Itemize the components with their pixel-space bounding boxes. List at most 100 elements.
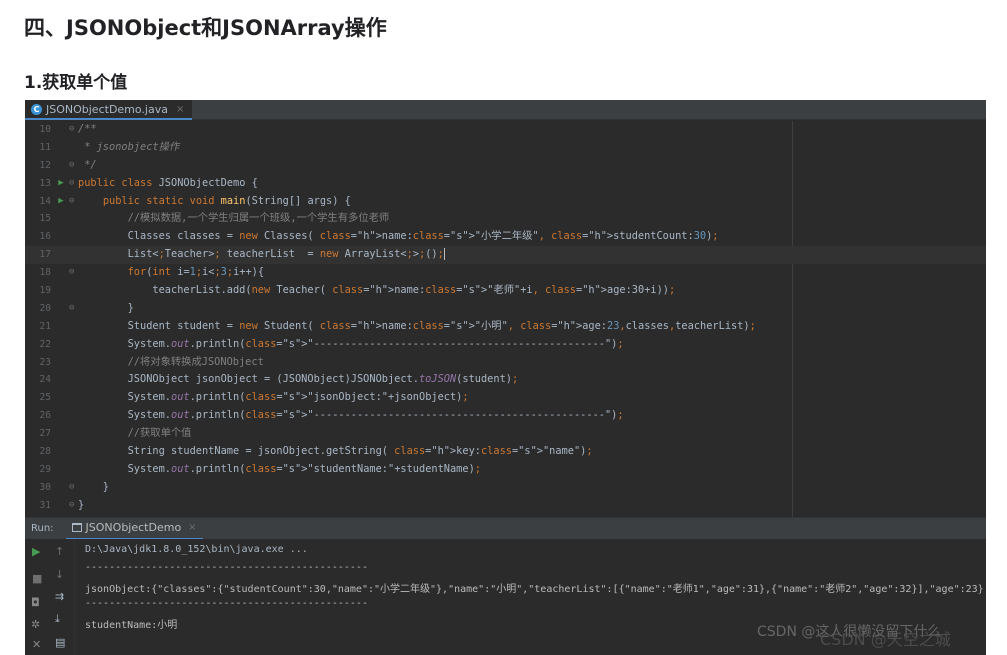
code-text: //获取单个值 bbox=[78, 427, 192, 440]
run-tool-bar: Run: JSONObjectDemo × bbox=[25, 517, 986, 540]
code-line[interactable]: 21 Student student = new Student( class=… bbox=[25, 318, 986, 336]
camera-icon[interactable]: ◘ bbox=[31, 597, 40, 609]
line-number: 25 bbox=[39, 392, 51, 404]
run-icon[interactable]: ▶ bbox=[32, 546, 40, 558]
line-number: 15 bbox=[39, 213, 51, 225]
settings-icon[interactable]: ✲ bbox=[31, 619, 40, 631]
java-class-icon: C bbox=[31, 103, 42, 115]
code-text: /** bbox=[78, 123, 97, 135]
line-number: 20 bbox=[39, 302, 51, 314]
line-number: 16 bbox=[39, 231, 51, 243]
print-icon[interactable]: ▤ bbox=[55, 637, 65, 649]
code-line[interactable]: 11 * jsonobject操作 bbox=[25, 139, 986, 157]
console-line: jsonObject:{"classes":{"studentCount":30… bbox=[85, 584, 984, 595]
code-line[interactable]: 29 System.out.println(class="s">"student… bbox=[25, 461, 986, 479]
run-tab-label: JSONObjectDemo bbox=[85, 521, 182, 534]
line-number: 31 bbox=[39, 499, 51, 511]
code-line[interactable]: 18 ⊖ for(int i=1;i<;3;i++){ bbox=[25, 264, 986, 282]
code-line[interactable]: 10 ⊖ /** bbox=[25, 121, 986, 139]
code-text: //模拟数据,一个学生归属一个班级,一个学生有多位老师 bbox=[78, 212, 390, 225]
code-line[interactable]: 26 System.out.println(class="s">"-------… bbox=[25, 407, 986, 425]
code-text: String studentName = jsonObject.getStrin… bbox=[78, 445, 593, 458]
code-editor[interactable]: 10 ⊖/** 11 * jsonobject操作 12 ⊖ */13 ▶ ⊖ public … bbox=[25, 121, 986, 517]
line-number: 21 bbox=[39, 320, 51, 332]
line-number: 17 bbox=[39, 249, 51, 261]
line-number: 14 bbox=[39, 195, 51, 207]
stop-icon[interactable]: ■ bbox=[32, 573, 42, 585]
fold-icon[interactable]: ⊖ bbox=[69, 193, 74, 211]
line-number: 22 bbox=[39, 338, 51, 350]
close-tab-icon[interactable]: × bbox=[176, 104, 184, 115]
code-line[interactable]: 19 teacherList.add(new Teacher( class="h… bbox=[25, 282, 986, 300]
line-number: 24 bbox=[39, 374, 51, 386]
fold-icon[interactable]: ⊖ bbox=[69, 264, 74, 282]
code-line[interactable]: 16 Classes classes = new Classes( class=… bbox=[25, 228, 986, 246]
code-text: List<;Teacher>; teacherList = new ArrayL… bbox=[78, 248, 445, 261]
console-toolbar: ▶ ↑ ■ ↓ ◘ ⇉ ✲ ⤓ ✕ ▤ bbox=[25, 539, 75, 655]
code-lines: 10 ⊖/** 11 * jsonobject操作 12 ⊖ */13 ▶ ⊖ public … bbox=[25, 121, 986, 515]
scroll-end-icon[interactable]: ⤓ bbox=[55, 613, 60, 625]
code-text: teacherList.add(new Teacher( class="h">n… bbox=[78, 284, 676, 297]
line-number: 30 bbox=[39, 481, 51, 493]
close-icon[interactable]: ✕ bbox=[32, 639, 41, 651]
code-text: for(int i=1;i<;3;i++){ bbox=[127, 266, 265, 279]
line-number: 19 bbox=[39, 285, 51, 297]
line-number: 26 bbox=[39, 410, 51, 422]
code-line[interactable]: 31 ⊖} bbox=[25, 497, 986, 515]
code-line[interactable]: 30 ⊖ } bbox=[25, 479, 986, 497]
down-arrow-icon[interactable]: ↓ bbox=[55, 569, 64, 581]
code-line[interactable]: 20 ⊖ } bbox=[25, 300, 986, 318]
text-caret bbox=[443, 248, 445, 261]
line-number: 11 bbox=[39, 141, 51, 153]
line-number: 29 bbox=[39, 463, 51, 475]
code-text: public class JSONObjectDemo { bbox=[78, 176, 258, 189]
code-line[interactable]: 22 System.out.println(class="s">"-------… bbox=[25, 336, 986, 354]
code-line[interactable]: 25 System.out.println(class="s">"jsonObj… bbox=[25, 389, 986, 407]
code-text: */ bbox=[78, 158, 97, 171]
code-text: System.out.println(class="s">"----------… bbox=[78, 337, 624, 350]
run-tab[interactable]: JSONObjectDemo × bbox=[65, 517, 203, 540]
code-text: } bbox=[78, 498, 85, 511]
console-line: D:\Java\jdk1.8.0_152\bin\java.exe ... bbox=[85, 544, 308, 555]
code-line[interactable]: 14 ▶ ⊖ public static void main(String[] ar… bbox=[25, 193, 986, 211]
csdn-watermark-overlay: CSDN @天空之城 bbox=[820, 630, 951, 649]
run-gutter-icon[interactable]: ▶ bbox=[52, 175, 70, 193]
console-line: ----------------------------------------… bbox=[85, 562, 368, 573]
code-line[interactable]: 17 List<;Teacher>; teacherList = new Arr… bbox=[25, 246, 986, 265]
code-line[interactable]: 28 String studentName = jsonObject.getSt… bbox=[25, 443, 986, 461]
close-run-tab-icon[interactable]: × bbox=[188, 522, 196, 533]
up-arrow-icon[interactable]: ↑ bbox=[55, 546, 64, 558]
fold-icon[interactable]: ⊖ bbox=[69, 175, 74, 193]
line-number: 10 bbox=[39, 124, 51, 135]
wrap-icon[interactable]: ⇉ bbox=[55, 591, 64, 603]
fold-icon[interactable]: ⊖ bbox=[69, 157, 74, 175]
console-tab-icon bbox=[71, 523, 82, 532]
code-text: public static void main(String[] args) { bbox=[102, 194, 351, 207]
code-text: System.out.println(class="s">"----------… bbox=[78, 409, 624, 422]
fold-icon[interactable]: ⊖ bbox=[69, 300, 74, 318]
line-number: 13 bbox=[39, 177, 51, 189]
code-text: System.out.println(class="s">"studentNam… bbox=[78, 462, 481, 475]
run-gutter-icon[interactable]: ▶ bbox=[52, 193, 70, 211]
fold-icon[interactable]: ⊖ bbox=[69, 497, 74, 515]
line-number: 28 bbox=[39, 446, 51, 458]
line-number: 18 bbox=[39, 267, 51, 279]
code-line[interactable]: 13 ▶ ⊖ public class JSONObjectDemo { bbox=[25, 175, 986, 193]
code-text: System.out.println(class="s">"jsonObject… bbox=[78, 391, 469, 404]
line-number: 23 bbox=[39, 356, 51, 368]
editor-tab-file[interactable]: C JSONObjectDemo.java × bbox=[25, 100, 193, 120]
code-line[interactable]: 27 //获取单个值 bbox=[25, 425, 986, 443]
editor-tab-bar: C JSONObjectDemo.java × bbox=[25, 100, 986, 120]
article-heading: 四、JSONObject和JSONArray操作 bbox=[24, 16, 387, 40]
fold-icon[interactable]: ⊖ bbox=[69, 479, 74, 497]
line-number: 27 bbox=[39, 428, 51, 440]
fold-icon[interactable]: ⊖ bbox=[69, 121, 74, 139]
code-line[interactable]: 24 JSONObject jsonObject = (JSONObject)J… bbox=[25, 371, 986, 389]
line-number: 12 bbox=[39, 159, 51, 171]
code-text: //将对象转换成JSONObject bbox=[78, 355, 264, 368]
article-subheading: 1.获取单个值 bbox=[24, 73, 128, 93]
code-line[interactable]: 15 //模拟数据,一个学生归属一个班级,一个学生有多位老师 bbox=[25, 210, 986, 228]
code-line[interactable]: 23 //将对象转换成JSONObject bbox=[25, 354, 986, 372]
code-text: Classes classes = new Classes( class="h"… bbox=[78, 230, 719, 243]
code-line[interactable]: 12 ⊖ */ bbox=[25, 157, 986, 175]
